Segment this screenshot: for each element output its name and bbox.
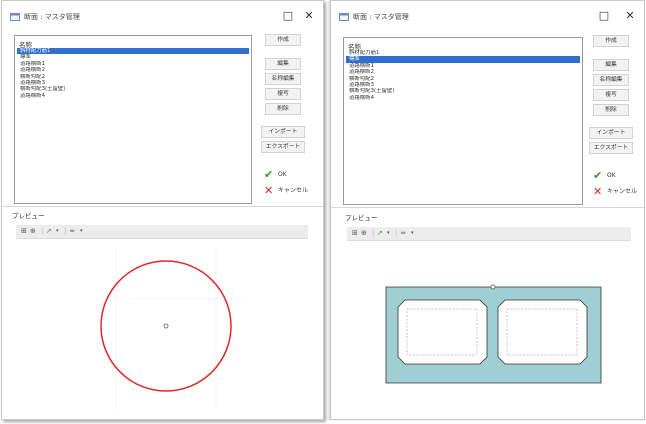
close-button[interactable]: ✕	[621, 9, 639, 23]
dialog-window-right: 断面 : マスタ管理 □ ✕ 名称 斜材配力筋1 標準 道路横断1 道路横断2 横断勾配…	[330, 0, 645, 420]
edit-button[interactable]: 編集	[593, 59, 629, 71]
zoom-fit-icon[interactable]: ⊞	[352, 229, 358, 238]
list-item[interactable]: 道路横断4	[17, 93, 249, 99]
title-bar: 断面 : マスタ管理 □ ✕	[331, 1, 644, 31]
preview-canvas	[16, 239, 312, 415]
chevron-down-icon[interactable]: ▾	[56, 227, 59, 236]
maximize-button[interactable]: □	[595, 9, 613, 23]
splitter[interactable]	[2, 206, 323, 207]
line-style-icon[interactable]: ═	[401, 229, 405, 238]
zoom-icon[interactable]: ⊕	[30, 227, 36, 236]
cancel-button[interactable]: ✕ キャンセル	[264, 185, 308, 197]
list-items: 斜材配力筋1 標準 道路横断1 道路横断2 横断勾配2 道路横断3 横断勾配3(土留壁) 道路…	[17, 48, 249, 99]
delete-button[interactable]: 削除	[593, 104, 629, 116]
toolbar-separator: |	[372, 229, 375, 237]
center-point-marker	[163, 323, 169, 329]
export-button[interactable]: エクスポート	[589, 142, 633, 154]
chevron-down-icon[interactable]: ▾	[411, 229, 414, 238]
list-item[interactable]: 道路横断4	[346, 95, 580, 101]
list-items: 斜材配力筋1 標準 道路横断1 道路横断2 横断勾配2 道路横断3 横断勾配3(土留壁) 道路…	[346, 50, 580, 101]
ok-button[interactable]: ✔ OK	[264, 169, 287, 181]
cancel-label: キャンセル	[278, 187, 309, 194]
create-button[interactable]: 作成	[265, 34, 301, 46]
name-listbox[interactable]: 名称 斜材配力筋1 標準 道路横断1 道路横断2 横断勾配2 道路横断3 横断勾配3(土留壁…	[14, 35, 252, 204]
close-button[interactable]: ✕	[300, 9, 318, 23]
copy-button[interactable]: 複写	[265, 88, 301, 100]
toolbar-separator: |	[395, 229, 398, 237]
ok-label: OK	[607, 172, 616, 179]
chevron-down-icon[interactable]: ▾	[80, 227, 83, 236]
toolbar-separator: |	[64, 227, 67, 235]
preview-toolbar: ⊞ ⊕ | ➚ ▾ | ═ ▾	[16, 225, 308, 239]
edit-button[interactable]: 編集	[265, 58, 301, 70]
preview-canvas	[341, 241, 636, 416]
maximize-button[interactable]: □	[279, 9, 297, 23]
ok-label: OK	[278, 171, 287, 178]
preview-label: プレビュー	[345, 214, 378, 222]
app-window-icon	[10, 13, 20, 21]
preview-toolbar: ⊞ ⊕ | ➚ ▾ | ═ ▾	[347, 227, 631, 241]
culvert-section-shape	[385, 286, 602, 384]
export-button[interactable]: エクスポート	[261, 141, 305, 153]
cancel-label: キャンセル	[607, 188, 638, 195]
splitter[interactable]	[331, 207, 644, 208]
cross-icon: ✕	[264, 184, 274, 197]
create-button[interactable]: 作成	[593, 35, 629, 47]
import-button[interactable]: インポート	[589, 127, 633, 139]
window-title: 断面 : マスタ管理	[24, 13, 80, 21]
checkmark-icon: ✔	[264, 168, 274, 181]
preview-label: プレビュー	[12, 212, 45, 220]
name-listbox[interactable]: 名称 斜材配力筋1 標準 道路横断1 道路横断2 横断勾配2 道路横断3 横断勾配3(土留壁…	[343, 37, 583, 205]
reference-point-marker	[490, 284, 496, 290]
chevron-down-icon[interactable]: ▾	[387, 229, 390, 238]
zoom-icon[interactable]: ⊕	[361, 229, 367, 238]
cancel-button[interactable]: ✕ キャンセル	[593, 186, 637, 198]
rename-button[interactable]: 名称編集	[593, 74, 629, 86]
import-button[interactable]: インポート	[261, 126, 305, 138]
delete-button[interactable]: 削除	[265, 103, 301, 115]
rename-button[interactable]: 名称編集	[265, 73, 301, 85]
zoom-fit-icon[interactable]: ⊞	[21, 227, 27, 236]
pointer-icon[interactable]: ➚	[46, 227, 52, 236]
ok-button[interactable]: ✔ OK	[593, 170, 616, 182]
checkmark-icon: ✔	[593, 169, 603, 182]
window-title: 断面 : マスタ管理	[353, 13, 409, 21]
title-bar: 断面 : マスタ管理 □ ✕	[2, 1, 323, 31]
copy-button[interactable]: 複写	[593, 89, 629, 101]
dialog-window-left: 断面 : マスタ管理 □ ✕ 名称 斜材配力筋1 標準 道路横断1 道路横断2 横断勾配…	[1, 0, 324, 420]
toolbar-separator: |	[41, 227, 44, 235]
line-style-icon[interactable]: ═	[70, 227, 74, 236]
cross-icon: ✕	[593, 185, 603, 198]
pointer-icon[interactable]: ➚	[377, 229, 383, 238]
preview-gridlines	[96, 249, 246, 409]
app-window-icon	[339, 13, 349, 21]
